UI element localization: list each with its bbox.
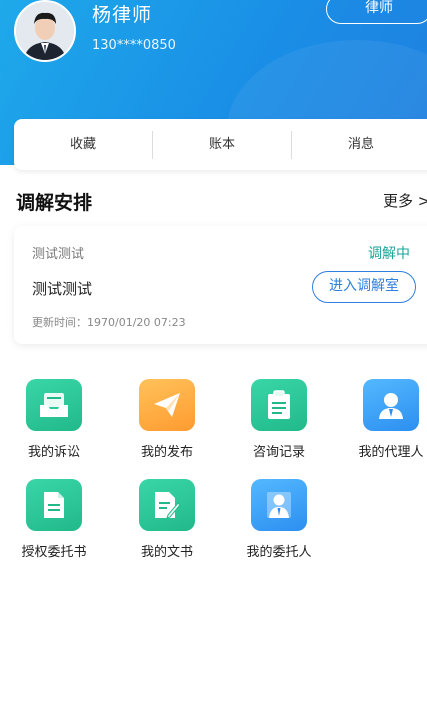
person-icon — [363, 379, 419, 431]
quick-tabs: 收藏 账本 消息 — [14, 119, 427, 170]
case-updated-time: 更新时间：1970/01/20 07:23 — [32, 316, 186, 329]
feature-label: 我的文书 — [140, 545, 193, 560]
feature-label: 我的诉讼 — [27, 445, 80, 460]
feature-consult-records[interactable]: 咨询记录 — [229, 379, 329, 460]
tab-messages[interactable]: 消息 — [292, 129, 427, 161]
feature-authorization[interactable]: 授权委托书 — [4, 479, 104, 560]
feature-my-clients[interactable]: 我的委托人 — [229, 479, 329, 560]
feature-label: 咨询记录 — [252, 445, 305, 460]
section-title: 调解安排 — [16, 192, 93, 214]
enter-mediation-room-button[interactable]: 进入调解室 — [312, 271, 416, 303]
feature-my-agents[interactable]: 我的代理人 — [341, 379, 427, 460]
feature-label: 我的委托人 — [246, 545, 312, 560]
clipboard-icon — [251, 379, 307, 431]
client-icon — [251, 479, 307, 531]
paper-plane-icon — [139, 379, 195, 431]
status-badge: 调解中 — [368, 246, 410, 262]
document-icon — [26, 479, 82, 531]
feature-my-posts[interactable]: 我的发布 — [117, 379, 217, 460]
inbox-icon — [26, 379, 82, 431]
case-title: 测试测试 — [32, 280, 93, 298]
tab-favorites[interactable]: 收藏 — [14, 129, 152, 161]
feature-label: 我的发布 — [140, 445, 193, 460]
user-name: 杨律师 — [92, 4, 153, 26]
feature-label: 授权委托书 — [21, 545, 87, 560]
user-phone: 130****0850 — [92, 38, 176, 53]
more-link[interactable]: 更多 > — [383, 190, 427, 211]
feature-label: 我的代理人 — [358, 445, 424, 460]
feature-my-documents[interactable]: 我的文书 — [117, 479, 217, 560]
mediation-card[interactable]: 测试测试 调解中 测试测试 进入调解室 更新时间：1970/01/20 07:2… — [14, 226, 427, 344]
feature-my-lawsuits[interactable]: 我的诉讼 — [4, 379, 104, 460]
tab-ledger[interactable]: 账本 — [153, 129, 291, 161]
case-subtitle: 测试测试 — [32, 247, 85, 262]
role-button[interactable]: 律师 — [326, 0, 427, 24]
avatar[interactable] — [14, 0, 76, 62]
document-edit-icon — [139, 479, 195, 531]
